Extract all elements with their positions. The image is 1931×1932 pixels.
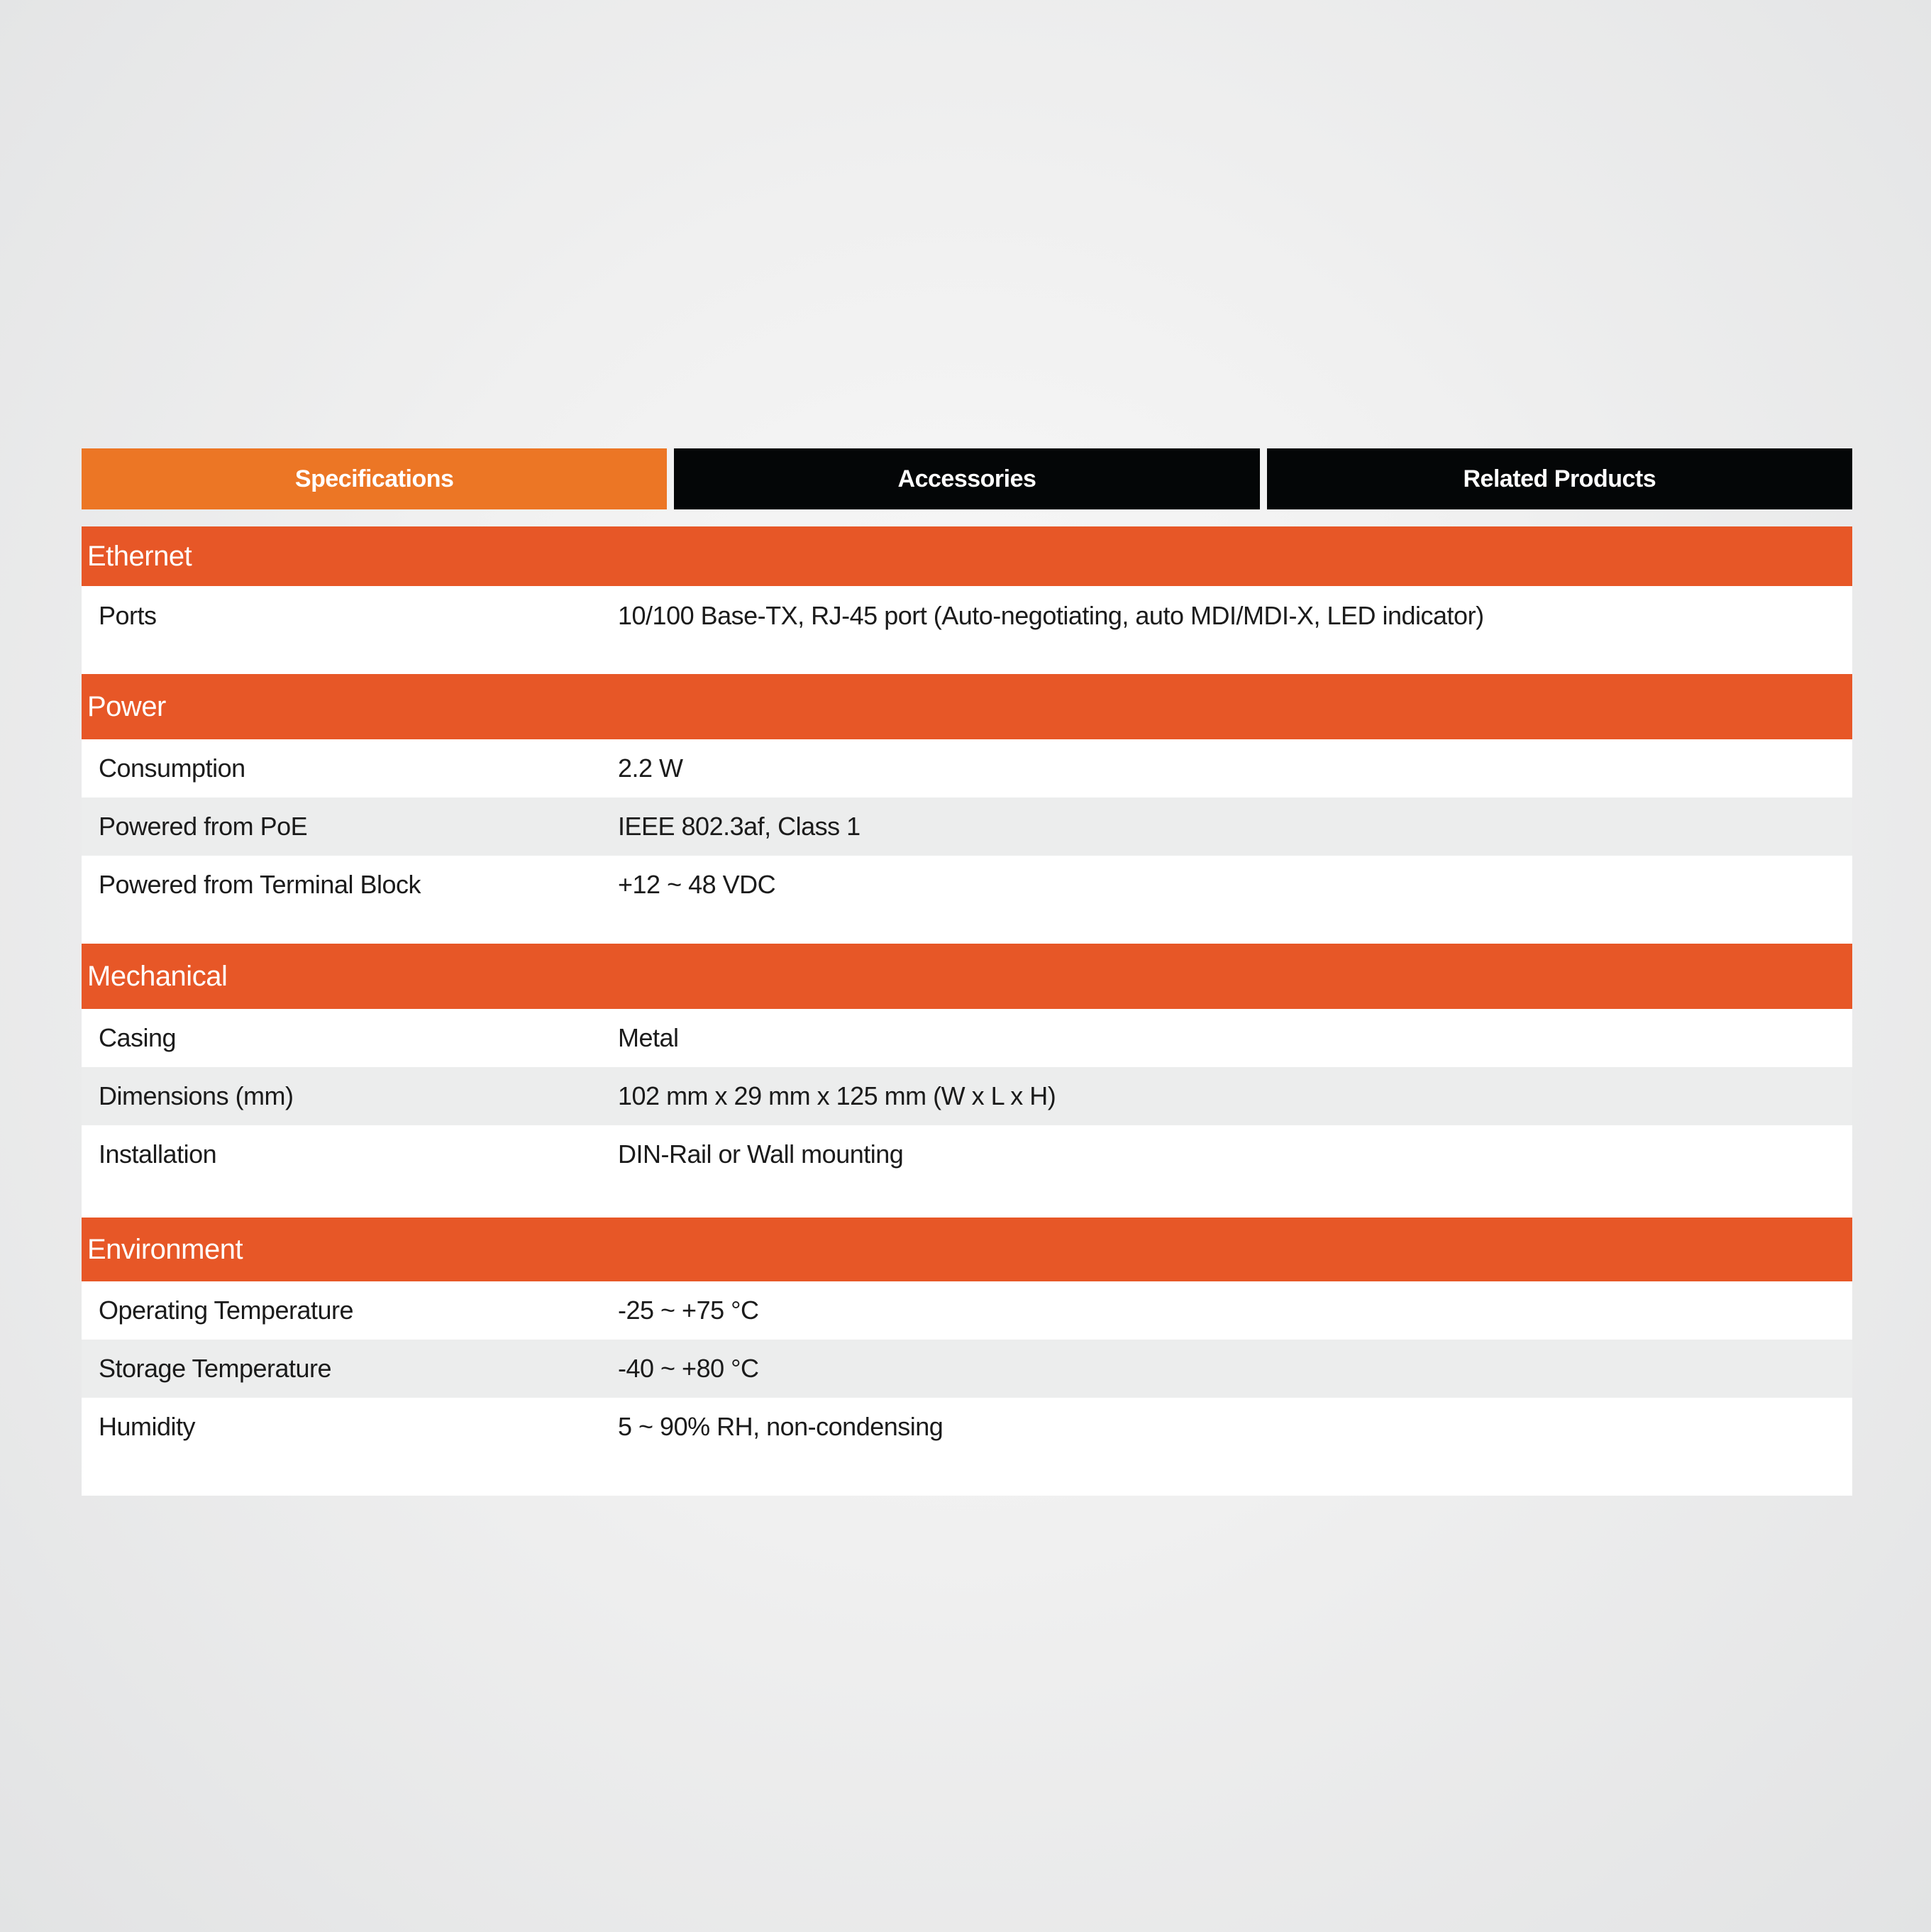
spec-value: 5 ~ 90% RH, non-condensing [618, 1412, 944, 1441]
tab-bar: Specifications Accessories Related Produ… [82, 448, 1852, 509]
spec-row: Humidity 5 ~ 90% RH, non-condensing [82, 1398, 1852, 1456]
spec-label: Operating Temperature [99, 1296, 354, 1325]
spec-value: -40 ~ +80 °C [618, 1354, 759, 1383]
spec-value: 102 mm x 29 mm x 125 mm (W x L x H) [618, 1081, 1056, 1110]
spec-label: Powered from Terminal Block [99, 870, 421, 899]
spec-label: Humidity [99, 1412, 196, 1441]
spec-label: Ports [99, 601, 157, 630]
spec-value: 2.2 W [618, 754, 683, 783]
spec-row: Ports 10/100 Base-TX, RJ-45 port (Auto-n… [82, 586, 1852, 646]
tab-specifications[interactable]: Specifications [82, 448, 668, 509]
section-ethernet: Ethernet Ports 10/100 Base-TX, RJ-45 por… [82, 526, 1852, 674]
product-tabs-panel: Specifications Accessories Related Produ… [82, 448, 1852, 1496]
section-body: Ports 10/100 Base-TX, RJ-45 port (Auto-n… [82, 586, 1852, 674]
spec-row: Casing Metal [82, 1009, 1852, 1067]
spec-value: IEEE 802.3af, Class 1 [618, 812, 861, 841]
spec-value: Metal [618, 1023, 679, 1052]
spec-label: Storage Temperature [99, 1354, 332, 1383]
section-mechanical: Mechanical Casing Metal Dimensions (mm) … [82, 944, 1852, 1218]
spec-row: Dimensions (mm) 102 mm x 29 mm x 125 mm … [82, 1067, 1852, 1125]
spec-value: DIN-Rail or Wall mounting [618, 1139, 904, 1169]
spec-label: Casing [99, 1023, 177, 1052]
spec-value: -25 ~ +75 °C [618, 1296, 759, 1325]
tab-accessories[interactable]: Accessories [674, 448, 1260, 509]
specifications-table: Ethernet Ports 10/100 Base-TX, RJ-45 por… [82, 526, 1852, 1496]
spec-row: Consumption 2.2 W [82, 739, 1852, 797]
spec-row: Powered from PoE IEEE 802.3af, Class 1 [82, 797, 1852, 856]
spec-label: Consumption [99, 754, 245, 783]
section-header: Power [82, 674, 1852, 739]
section-power: Power Consumption 2.2 W Powered from PoE… [82, 674, 1852, 944]
section-body: Consumption 2.2 W Powered from PoE IEEE … [82, 739, 1852, 944]
section-body: Operating Temperature -25 ~ +75 °C Stora… [82, 1281, 1852, 1496]
spec-row: Storage Temperature -40 ~ +80 °C [82, 1340, 1852, 1398]
spec-row: Powered from Terminal Block +12 ~ 48 VDC [82, 856, 1852, 914]
section-header: Ethernet [82, 526, 1852, 586]
spec-row: Operating Temperature -25 ~ +75 °C [82, 1281, 1852, 1340]
section-environment: Environment Operating Temperature -25 ~ … [82, 1218, 1852, 1496]
spec-label: Installation [99, 1139, 217, 1169]
section-header: Environment [82, 1218, 1852, 1281]
spec-row: Installation DIN-Rail or Wall mounting [82, 1125, 1852, 1183]
spec-value: 10/100 Base-TX, RJ-45 port (Auto-negotia… [618, 601, 1484, 630]
spec-value: +12 ~ 48 VDC [618, 870, 776, 899]
tab-related-products[interactable]: Related Products [1266, 448, 1852, 509]
section-body: Casing Metal Dimensions (mm) 102 mm x 29… [82, 1009, 1852, 1218]
spec-label: Dimensions (mm) [99, 1081, 294, 1110]
section-header: Mechanical [82, 944, 1852, 1009]
spec-label: Powered from PoE [99, 812, 308, 841]
